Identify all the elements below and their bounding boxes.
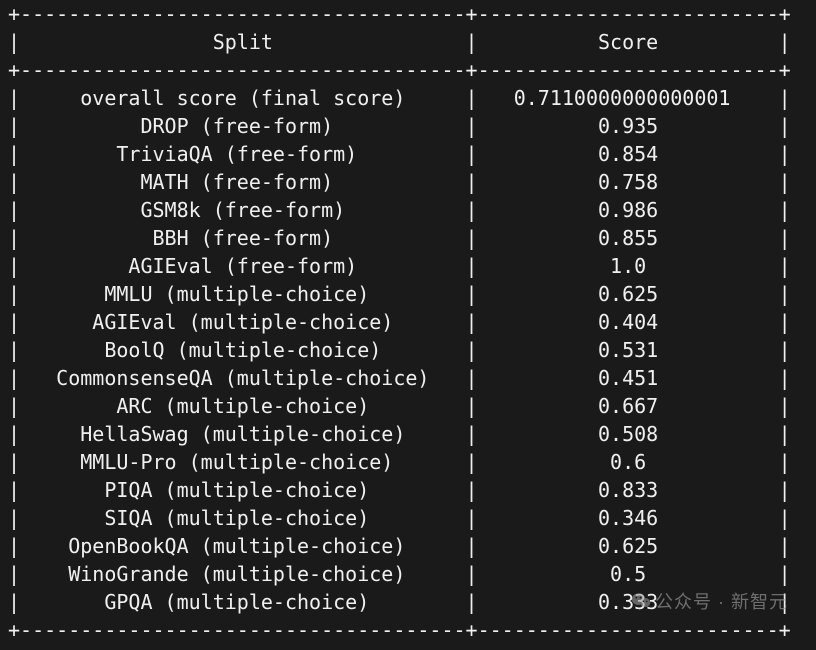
ascii-table-output: +-------------------------------------+-… [8,0,808,644]
terminal-table: +-------------------------------------+-… [0,0,816,644]
